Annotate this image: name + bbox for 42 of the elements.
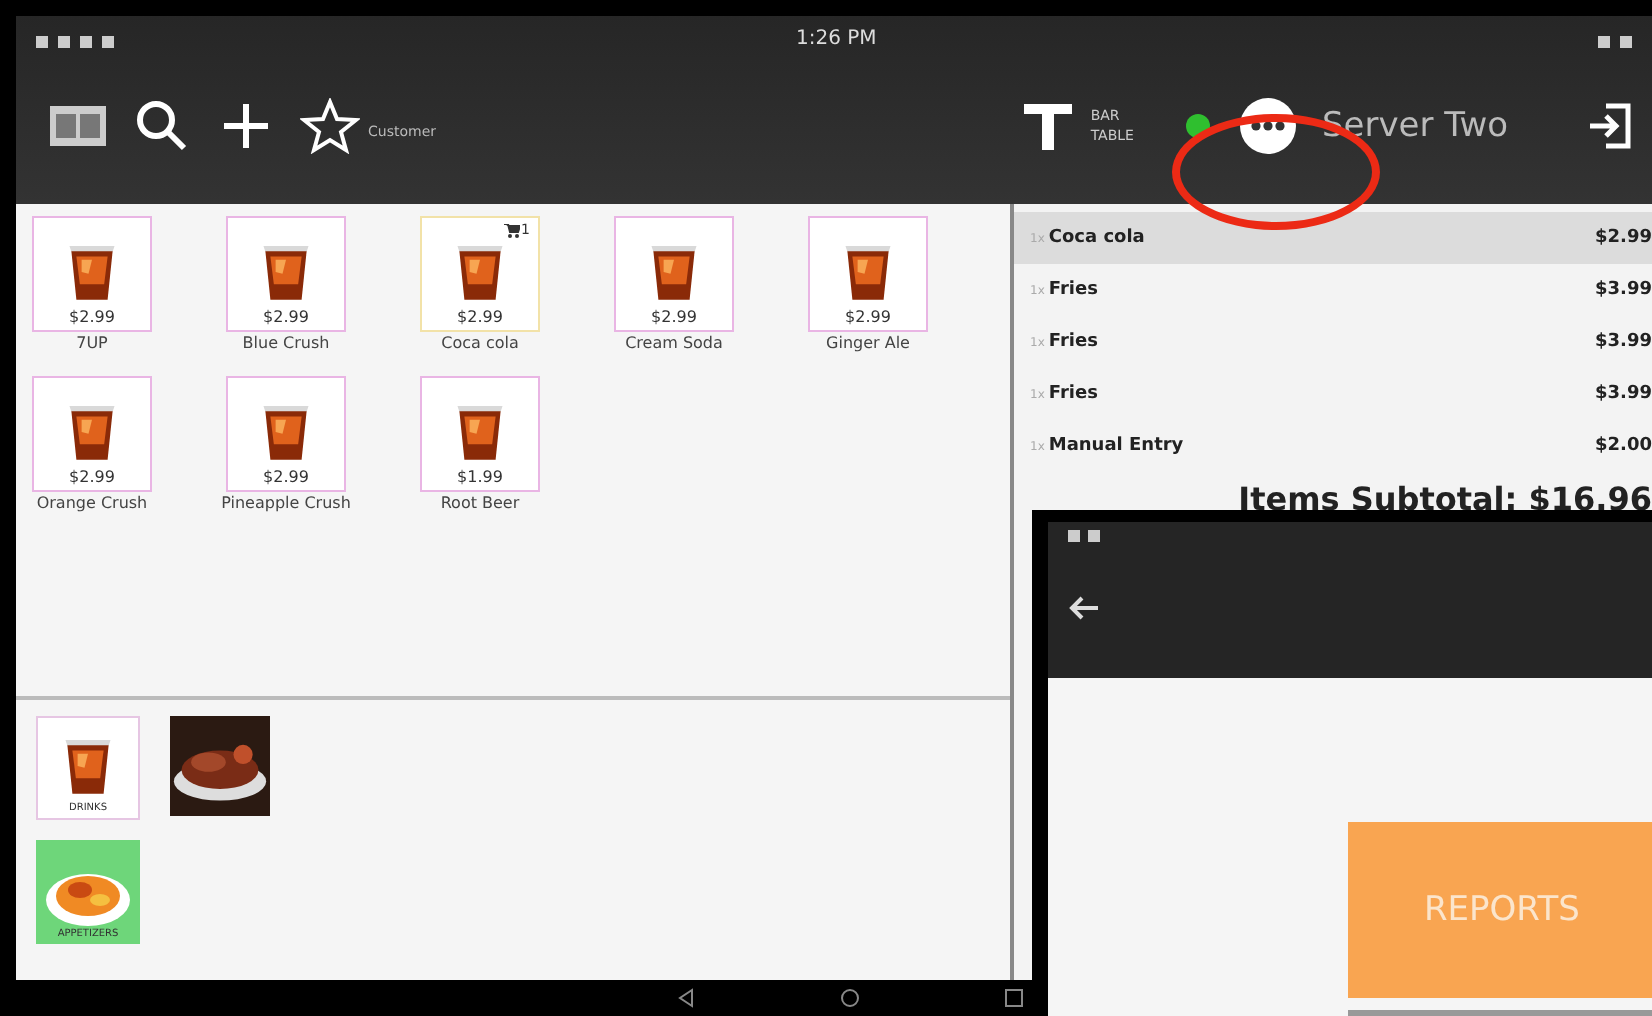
drink-icon	[454, 400, 506, 464]
recents-icon[interactable]	[1004, 988, 1024, 1008]
product-name: Orange Crush	[34, 494, 150, 514]
product-tile[interactable]: $2.99	[226, 376, 346, 492]
product-name: Coca cola	[439, 334, 521, 354]
product-price: $2.99	[457, 308, 503, 326]
product-tile[interactable]: $2.99	[32, 376, 152, 492]
clock: 1:26 PM	[796, 28, 877, 50]
logout-icon[interactable]	[1588, 102, 1632, 150]
product-name: Ginger Ale	[824, 334, 912, 354]
back-icon[interactable]	[676, 988, 696, 1008]
product-price: $2.99	[845, 308, 891, 326]
more-icon[interactable]	[1237, 96, 1298, 156]
product-name: Cream Soda	[623, 334, 725, 354]
drink-icon	[260, 240, 312, 304]
product-price: $2.99	[651, 308, 697, 326]
search-icon[interactable]	[132, 98, 192, 154]
product-tile[interactable]: $2.99	[32, 216, 152, 332]
drink-icon	[842, 240, 894, 304]
product-name: Blue Crush	[240, 334, 332, 354]
back-arrow-icon[interactable]	[1068, 594, 1100, 622]
product-price: $2.99	[263, 308, 309, 326]
subtotal: Items Subtotal: $16.96	[1238, 480, 1652, 518]
product-name: Pineapple Crush	[219, 494, 353, 514]
product-tile[interactable]: $1.99	[420, 376, 540, 492]
drink-icon	[66, 240, 118, 304]
star-icon[interactable]	[300, 98, 360, 154]
product-price: $1.99	[457, 468, 503, 486]
product-tile[interactable]: $2.99	[808, 216, 928, 332]
drink-icon	[260, 400, 312, 464]
product-price: $2.99	[69, 468, 115, 486]
drink-icon	[648, 240, 700, 304]
product-name: Root Beer	[438, 494, 522, 514]
drink-icon	[454, 240, 506, 304]
product-price: $2.99	[69, 308, 115, 326]
drink-icon	[66, 400, 118, 464]
product-name: 7UP	[74, 334, 110, 354]
product-price: $2.99	[263, 468, 309, 486]
home-icon[interactable]	[840, 988, 860, 1008]
drink-icon	[62, 734, 114, 798]
product-tile[interactable]: $2.99	[614, 216, 734, 332]
product-tile[interactable]: $2.99	[226, 216, 346, 332]
